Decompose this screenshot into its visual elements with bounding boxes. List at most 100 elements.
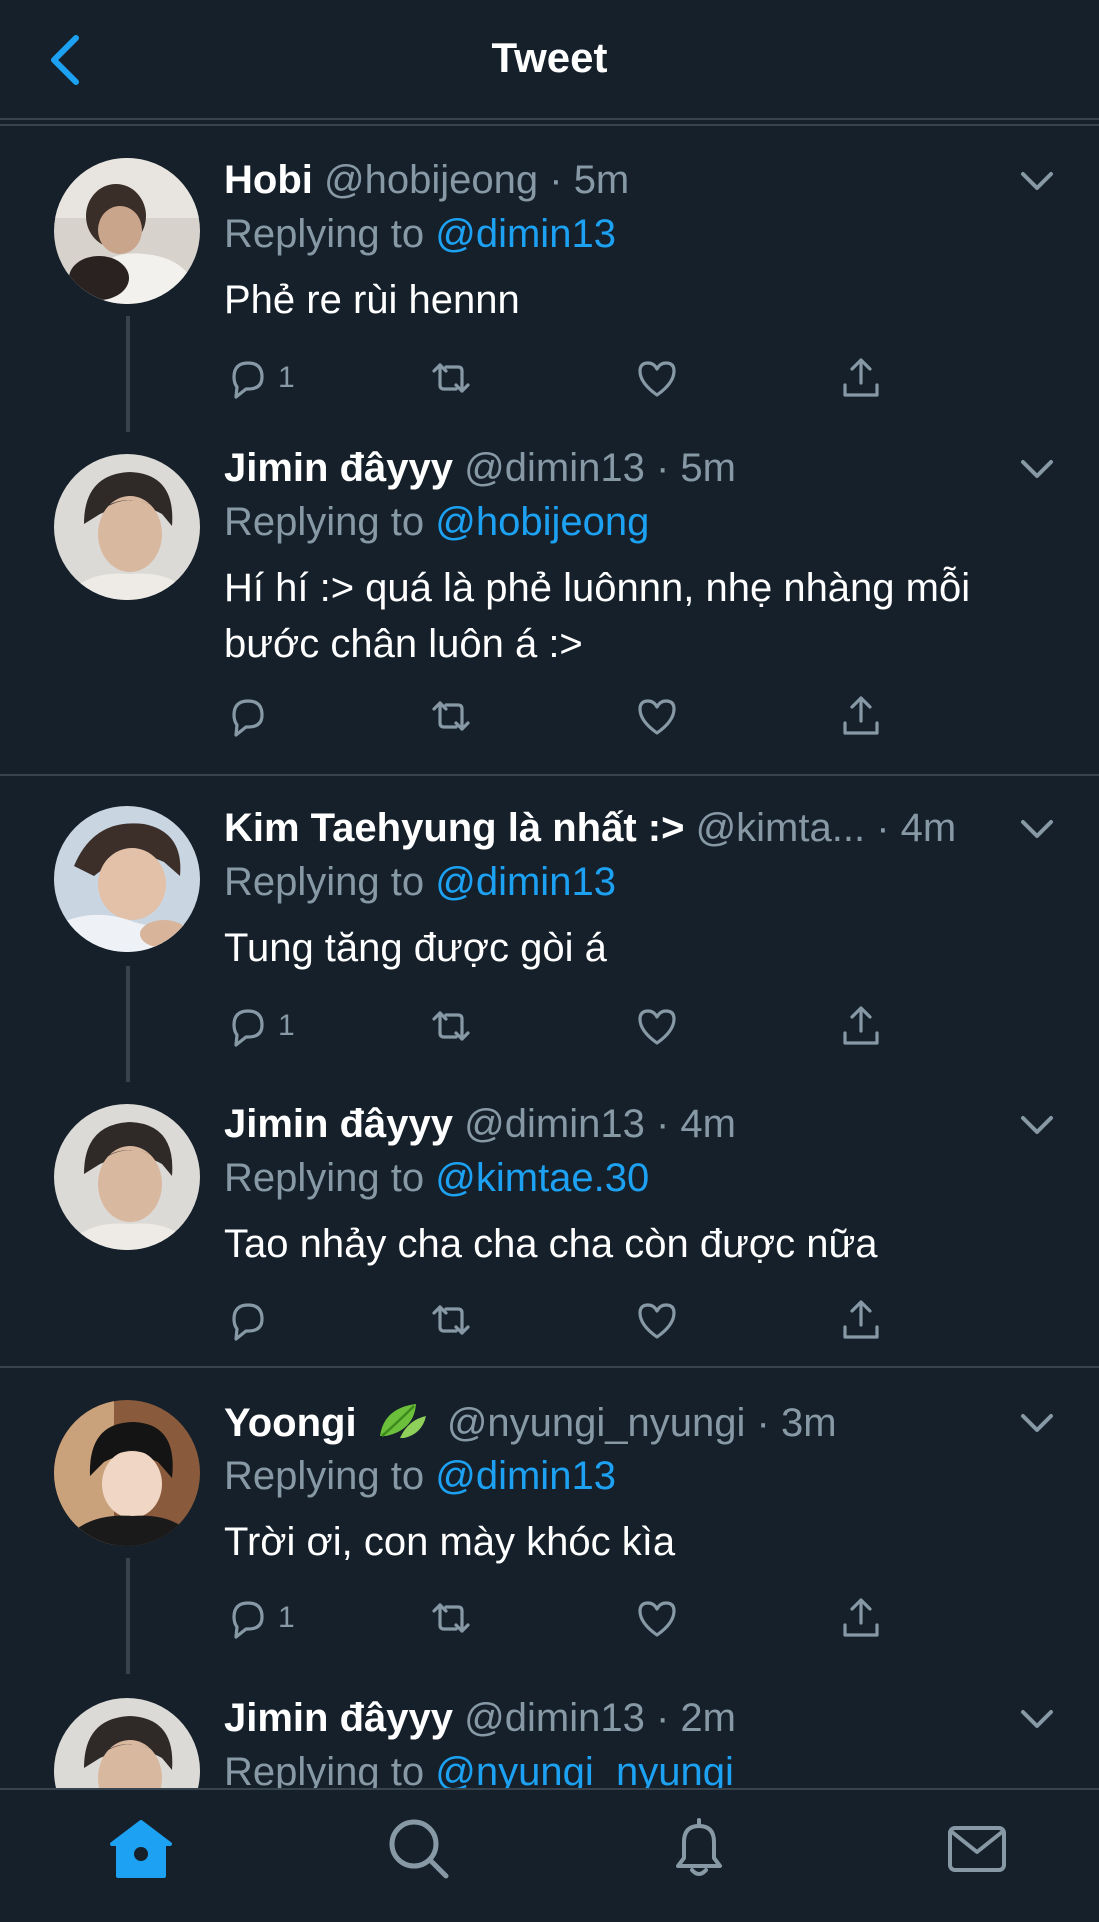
reply-icon (232, 361, 264, 399)
replying-label: Replying to (224, 1156, 425, 1200)
heart-icon (638, 1303, 676, 1339)
tweet-actions: 1 (224, 996, 904, 1056)
avatar[interactable] (54, 1698, 200, 1788)
reply-button[interactable]: 1 (224, 1588, 295, 1648)
tweet-jimin-1[interactable]: Jimin đâyyy @dimin13 · 5m Replying to @h… (0, 424, 1099, 774)
share-icon (843, 1598, 879, 1637)
user-handle[interactable]: @dimin13 (464, 1102, 645, 1146)
tweet-actions: 1 (224, 1588, 904, 1648)
heart-icon (638, 1009, 676, 1045)
share-icon (843, 696, 879, 735)
retweet-button[interactable] (428, 348, 474, 408)
tweet-text: Tao nhảy cha cha cha còn được nữa (224, 1222, 878, 1266)
replying-label: Replying to (224, 500, 425, 544)
tweet-actions (224, 686, 904, 746)
reply-icon (232, 1601, 264, 1639)
search-icon[interactable] (384, 1814, 454, 1884)
share-button[interactable] (838, 686, 884, 746)
like-button[interactable] (634, 348, 680, 408)
chevron-down-icon[interactable] (1017, 1408, 1057, 1438)
mail-icon[interactable] (942, 1814, 1012, 1884)
avatar[interactable] (54, 158, 200, 304)
tweet-hobi[interactable]: Hobi @hobijeong · 5m Replying to @dimin1… (0, 126, 1099, 432)
chevron-down-icon[interactable] (1017, 166, 1057, 196)
avatar[interactable] (54, 1104, 200, 1250)
home-icon[interactable] (106, 1814, 176, 1884)
separator-dot: · (876, 806, 890, 850)
tweet-header: Yoongi @nyungi_nyungi · 3m (224, 1398, 979, 1447)
replying-to: Replying to @dimin13 (224, 1452, 616, 1500)
tweet-text: Tung tăng được gòi á (224, 926, 607, 970)
reply-button[interactable] (224, 1290, 270, 1350)
retweet-icon (432, 1305, 470, 1335)
mention-link[interactable]: @nyungi_nyungi (435, 1750, 734, 1788)
reply-icon (232, 1009, 264, 1047)
reply-button[interactable]: 1 (224, 996, 295, 1056)
page-title: Tweet (491, 34, 608, 81)
share-button[interactable] (838, 348, 884, 408)
like-button[interactable] (634, 1588, 680, 1648)
retweet-button[interactable] (428, 1290, 474, 1350)
user-handle[interactable]: @nyungi_nyungi (447, 1401, 746, 1445)
tweet-yoongi[interactable]: Yoongi @nyungi_nyungi · 3m Replying to @… (0, 1368, 1099, 1674)
heart-icon (638, 361, 676, 397)
display-name[interactable]: Hobi (224, 158, 313, 202)
reply-button[interactable] (224, 686, 270, 746)
mention-link[interactable]: @dimin13 (435, 860, 616, 904)
replying-label: Replying to (224, 212, 425, 256)
tweet-text: Phẻ re rùi hennn (224, 278, 520, 322)
leaf-icon (379, 1404, 426, 1438)
share-button[interactable] (838, 1588, 884, 1648)
avatar[interactable] (54, 454, 200, 600)
retweet-button[interactable] (428, 1588, 474, 1648)
user-handle[interactable]: @hobijeong (324, 158, 538, 202)
user-handle[interactable]: @kimta... (696, 806, 866, 850)
user-handle[interactable]: @dimin13 (464, 1696, 645, 1740)
mention-link[interactable]: @hobijeong (435, 500, 649, 544)
thread-line (126, 316, 130, 432)
mention-link[interactable]: @dimin13 (435, 1454, 616, 1498)
display-name[interactable]: Jimin đâyyy (224, 1102, 453, 1146)
share-icon (843, 1006, 879, 1045)
like-button[interactable] (634, 686, 680, 746)
thread-line (126, 966, 130, 1082)
tweet-jimin-3[interactable]: Jimin đâyyy @dimin13 · 2m Replying to @n… (0, 1668, 1099, 1788)
reply-icon (232, 1303, 264, 1341)
replying-label: Replying to (224, 1750, 425, 1788)
mention-link[interactable]: @kimtae.30 (435, 1156, 649, 1200)
user-handle[interactable]: @dimin13 (464, 446, 645, 490)
separator-dot: · (655, 1102, 670, 1146)
bell-icon[interactable] (664, 1814, 734, 1884)
like-button[interactable] (634, 996, 680, 1056)
chevron-down-icon[interactable] (1017, 454, 1057, 484)
retweet-button[interactable] (428, 996, 474, 1056)
share-button[interactable] (838, 1290, 884, 1350)
chevron-down-icon[interactable] (1017, 1704, 1057, 1734)
display-name[interactable]: Jimin đâyyy (224, 446, 453, 490)
timestamp[interactable]: 5m (680, 446, 736, 490)
avatar[interactable] (54, 1400, 200, 1546)
timestamp[interactable]: 4m (901, 806, 957, 850)
share-icon (843, 1300, 879, 1339)
avatar[interactable] (54, 806, 200, 952)
tweet-header: Jimin đâyyy @dimin13 · 4m (224, 1100, 979, 1148)
reply-button[interactable]: 1 (224, 348, 295, 408)
display-name[interactable]: Kim Taehyung là nhất :> (224, 806, 684, 850)
chevron-down-icon[interactable] (1017, 1110, 1057, 1140)
chevron-down-icon[interactable] (1017, 814, 1057, 844)
share-button[interactable] (838, 996, 884, 1056)
like-button[interactable] (634, 1290, 680, 1350)
retweet-button[interactable] (428, 686, 474, 746)
separator-dot: · (549, 158, 563, 202)
tweet-taehyung[interactable]: Kim Taehyung là nhất :> @kimta... · 4m R… (0, 776, 1099, 1082)
timestamp[interactable]: 3m (781, 1401, 837, 1445)
timestamp[interactable]: 5m (574, 158, 630, 202)
replying-to: Replying to @hobijeong (224, 498, 649, 546)
display-name[interactable]: Yoongi (224, 1401, 357, 1445)
mention-link[interactable]: @dimin13 (435, 212, 616, 256)
tweet-jimin-2[interactable]: Jimin đâyyy @dimin13 · 4m Replying to @k… (0, 1074, 1099, 1366)
replying-to: Replying to @nyungi_nyungi (224, 1748, 734, 1788)
display-name[interactable]: Jimin đâyyy (224, 1696, 453, 1740)
timestamp[interactable]: 2m (680, 1696, 736, 1740)
timestamp[interactable]: 4m (680, 1102, 736, 1146)
